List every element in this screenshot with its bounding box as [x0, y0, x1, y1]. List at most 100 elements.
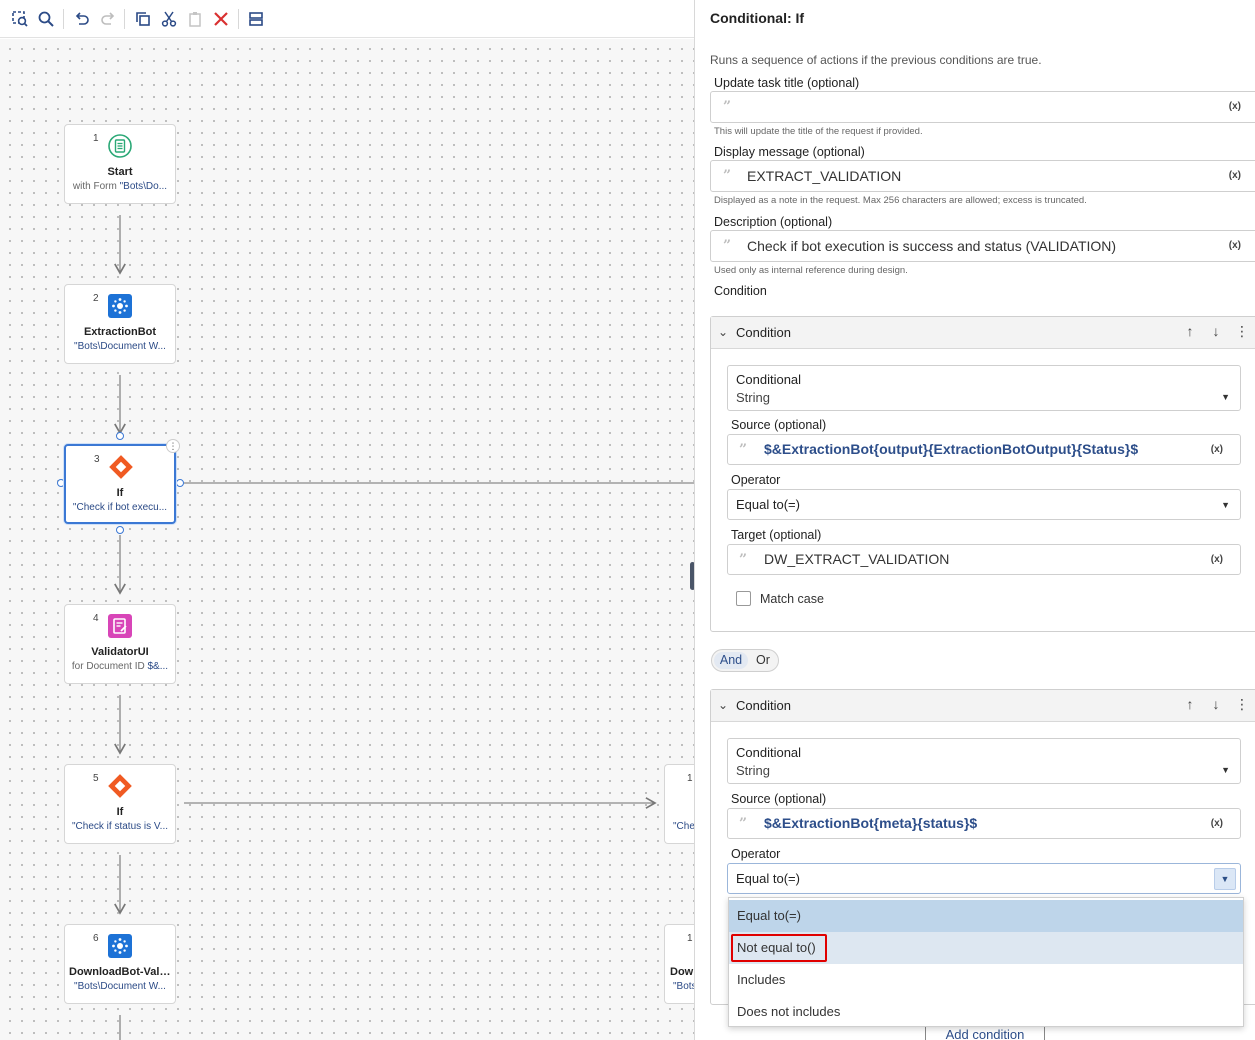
- and-option[interactable]: And: [714, 652, 748, 669]
- paste-icon[interactable]: [184, 8, 206, 30]
- connector-port[interactable]: [176, 479, 184, 487]
- variable-icon[interactable]: (x): [1211, 554, 1223, 565]
- target-label: Target (optional): [731, 528, 822, 542]
- operator-option[interactable]: Equal to(=): [729, 900, 1243, 932]
- delete-icon[interactable]: [210, 8, 232, 30]
- operator-select[interactable]: Equal to(=) ▼: [727, 489, 1241, 520]
- operator-dropdown: Equal to(=) Not equal to() Includes Does…: [728, 897, 1244, 1027]
- variable-icon[interactable]: (x): [1229, 240, 1241, 251]
- task-title-label: Update task title (optional): [714, 76, 860, 90]
- connector-port[interactable]: [116, 432, 124, 440]
- node-subtitle: for Document ID $&...: [71, 661, 169, 672]
- redo-icon[interactable]: [97, 8, 119, 30]
- node-subtitle: "Check if bot execu...: [72, 502, 168, 513]
- node-title: DownloadBot-Vali...: [69, 966, 172, 978]
- operator-value: Equal to(=): [736, 871, 800, 886]
- display-message-hint: Displayed as a note in the request. Max …: [714, 195, 1087, 206]
- caret-down-icon: ▼: [1221, 392, 1230, 402]
- node-subtitle: "Check if status is V...: [72, 821, 168, 832]
- quote-icon: ”: [739, 816, 748, 832]
- source-field[interactable]: ” $&ExtractionBot{output}{ExtractionBotO…: [727, 434, 1241, 465]
- connector-port[interactable]: [116, 526, 124, 534]
- node-title: If: [116, 487, 124, 499]
- bot-icon: [107, 293, 133, 319]
- target-field[interactable]: ” DW_EXTRACT_VALIDATION (x): [727, 544, 1241, 575]
- flow-node-if[interactable]: 5 If "Check if status is V...: [64, 764, 176, 844]
- panel-description: Runs a sequence of actions if the previo…: [710, 53, 1042, 67]
- flow-node-downloadbot[interactable]: 6 DownloadBot-Vali... "Bots\Document W..…: [64, 924, 176, 1004]
- operator-option-not-equal[interactable]: Not equal to(): [729, 932, 1243, 964]
- zoom-fit-icon[interactable]: [9, 8, 31, 30]
- copy-icon[interactable]: [132, 8, 154, 30]
- operator-option[interactable]: Includes: [729, 964, 1243, 996]
- node-number: 1: [93, 133, 99, 144]
- form-icon: [107, 133, 133, 159]
- search-icon[interactable]: [35, 8, 57, 30]
- quote-icon: ”: [723, 238, 732, 254]
- variable-icon[interactable]: (x): [1229, 170, 1241, 181]
- task-title-hint: This will update the title of the reques…: [714, 126, 923, 137]
- flow-canvas[interactable]: 1 Start with Form "Bots\Do... 2 Extracti…: [0, 39, 694, 1040]
- layout-icon[interactable]: [245, 8, 267, 30]
- display-message-value: EXTRACT_VALIDATION: [747, 168, 902, 184]
- more-icon[interactable]: ⋮: [1233, 323, 1251, 340]
- condition-header-label: Condition: [736, 698, 791, 713]
- conditional-type-select[interactable]: Conditional String ▼: [727, 738, 1241, 784]
- flow-node-partial[interactable]: 1 Dow "Bots: [664, 924, 694, 1004]
- cut-icon[interactable]: [158, 8, 180, 30]
- chevron-down-icon[interactable]: ⌄: [718, 698, 728, 712]
- flow-node-validatorui[interactable]: 4 ValidatorUI for Document ID $&...: [64, 604, 176, 684]
- caret-down-icon[interactable]: ▼: [1214, 868, 1236, 890]
- match-case-checkbox[interactable]: [736, 591, 751, 606]
- description-field[interactable]: ” Check if bot execution is success and …: [710, 230, 1255, 262]
- variable-icon[interactable]: (x): [1229, 101, 1241, 112]
- conditional-icon: [108, 454, 134, 480]
- node-number: 6: [93, 933, 99, 944]
- caret-down-icon: ▼: [1221, 500, 1230, 510]
- node-number: 4: [93, 613, 99, 624]
- variable-icon[interactable]: (x): [1211, 818, 1223, 829]
- condition-section-label: Condition: [714, 284, 767, 298]
- flow-node-start[interactable]: 1 Start with Form "Bots\Do...: [64, 124, 176, 204]
- condition-card: ⌄ Condition ↑ ↓ ⋮ Conditional String ▼ S…: [710, 316, 1255, 632]
- source-value: $&ExtractionBot{output}{ExtractionBotOut…: [764, 441, 1139, 457]
- operator-select-open[interactable]: Equal to(=) ▼: [727, 863, 1241, 894]
- chevron-down-icon[interactable]: ⌄: [718, 325, 728, 339]
- conditional-label: Conditional: [736, 745, 802, 760]
- variable-icon[interactable]: (x): [1211, 444, 1223, 455]
- description-label: Description (optional): [714, 215, 833, 229]
- move-down-icon[interactable]: ↓: [1207, 696, 1225, 712]
- operator-option[interactable]: Does not includes: [729, 996, 1243, 1028]
- quote-icon: ”: [723, 168, 732, 184]
- flow-node-partial[interactable]: 1 "Che: [664, 764, 694, 844]
- description-hint: Used only as internal reference during d…: [714, 265, 908, 276]
- operator-value: Equal to(=): [736, 497, 800, 512]
- move-down-icon[interactable]: ↓: [1207, 323, 1225, 339]
- conditional-value: String: [736, 763, 770, 778]
- operator-label: Operator: [731, 847, 781, 861]
- condition-header[interactable]: ⌄ Condition ↑ ↓ ⋮: [711, 317, 1255, 349]
- more-icon[interactable]: ⋮: [1233, 696, 1251, 713]
- move-up-icon[interactable]: ↑: [1181, 323, 1199, 339]
- node-title: Start: [107, 166, 133, 178]
- toolbar-divider: [63, 9, 64, 29]
- target-value: DW_EXTRACT_VALIDATION: [764, 551, 950, 567]
- conditional-type-select[interactable]: Conditional String ▼: [727, 365, 1241, 411]
- or-option[interactable]: Or: [756, 652, 770, 669]
- flow-node-if-selected[interactable]: 3 If "Check if bot execu... ⋮: [64, 439, 180, 524]
- condition-header[interactable]: ⌄ Condition ↑ ↓ ⋮: [711, 690, 1255, 722]
- move-up-icon[interactable]: ↑: [1181, 696, 1199, 712]
- node-subtitle: "Bots\Document W...: [74, 981, 166, 992]
- node-subtitle: "Bots: [673, 981, 694, 992]
- node-menu-icon[interactable]: ⋮: [166, 439, 180, 453]
- node-subtitle: "Che: [673, 821, 694, 832]
- flow-node-extractionbot[interactable]: 2 ExtractionBot "Bots\Document W...: [64, 284, 176, 364]
- node-number: 2: [93, 293, 99, 304]
- operator-label: Operator: [731, 473, 781, 487]
- node-subtitle: "Bots\Document W...: [74, 341, 166, 352]
- task-title-field[interactable]: ” (x): [710, 91, 1255, 123]
- display-message-field[interactable]: ” EXTRACT_VALIDATION (x): [710, 160, 1255, 192]
- source-field[interactable]: ” $&ExtractionBot{meta}{status}$ (x): [727, 808, 1241, 839]
- undo-icon[interactable]: [71, 8, 93, 30]
- quote-icon: ”: [739, 552, 748, 568]
